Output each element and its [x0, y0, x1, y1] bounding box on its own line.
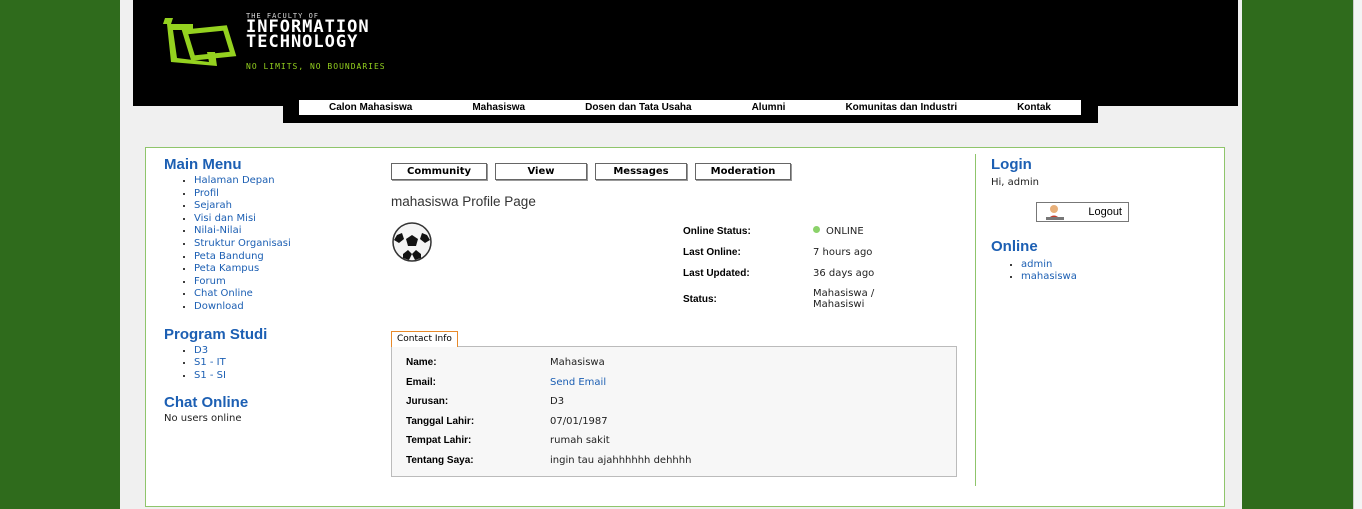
- site-header: THE FACULTY OF INFORMATION TECHNOLOGY NO…: [133, 0, 1238, 106]
- left-sidebar: Main Menu Halaman Depan Profil Sejarah V…: [164, 156, 364, 424]
- messages-button[interactable]: Messages: [595, 163, 687, 180]
- last-online-value: 7 hours ago: [813, 247, 873, 258]
- contact-tempat-lahir-value: rumah sakit: [550, 435, 610, 447]
- moderation-button[interactable]: Moderation: [695, 163, 791, 180]
- contact-info-box: Name: Mahasiswa Email: Send Email Jurusa…: [391, 346, 957, 477]
- program-item-s1-it[interactable]: S1 - IT: [194, 357, 364, 370]
- page-title: mahasiswa Profile Page: [391, 194, 536, 209]
- main-menu-title: Main Menu: [164, 156, 242, 173]
- column-divider: [975, 154, 976, 486]
- page-frame: THE FACULTY OF INFORMATION TECHNOLOGY NO…: [120, 0, 1242, 509]
- content-area: Main Menu Halaman Depan Profil Sejarah V…: [145, 147, 1225, 507]
- main-nav: Calon Mahasiswa Mahasiswa Dosen dan Tata…: [283, 98, 1098, 123]
- contact-name-label: Name:: [406, 357, 437, 369]
- faculty-logo-icon: [163, 18, 237, 66]
- logout-button[interactable]: Logout: [1036, 202, 1129, 222]
- status-value: Mahasiswa / Mahasiswi: [813, 288, 875, 310]
- nav-kontak[interactable]: Kontak: [1017, 102, 1051, 113]
- online-status-value: ONLINE: [813, 221, 918, 242]
- profile-toolbar: Community View Messages Moderation: [391, 163, 961, 180]
- menu-item-profil[interactable]: Profil: [194, 188, 364, 201]
- menu-item-struktur-organisasi[interactable]: Struktur Organisasi: [194, 238, 364, 251]
- profile-stats: Online Status: ONLINE Last Online: 7 hou…: [683, 221, 918, 314]
- logout-label: Logout: [1088, 206, 1122, 218]
- last-online-label: Last Online:: [683, 247, 741, 258]
- contact-tentang-saya-label: Tentang Saya:: [406, 454, 474, 466]
- avatar[interactable]: [391, 221, 433, 263]
- contact-tentang-saya-value: ingin tau ajahhhhhh dehhhh: [550, 454, 692, 466]
- window-scrollbar[interactable]: [1353, 0, 1362, 509]
- user-logout-icon: [1046, 205, 1064, 220]
- profile-panel: Community View Messages Moderation mahas…: [391, 163, 961, 477]
- menu-item-sejarah[interactable]: Sejarah: [194, 200, 364, 213]
- online-user-mahasiswa[interactable]: mahasiswa: [1021, 271, 1191, 283]
- online-title: Online: [991, 238, 1038, 255]
- menu-item-download[interactable]: Download: [194, 301, 364, 314]
- menu-item-peta-bandung[interactable]: Peta Bandung: [194, 251, 364, 264]
- nav-mahasiswa[interactable]: Mahasiswa: [472, 102, 525, 113]
- menu-item-forum[interactable]: Forum: [194, 276, 364, 289]
- contact-jurusan-value: D3: [550, 396, 565, 408]
- send-email-link[interactable]: Send Email: [550, 377, 606, 388]
- login-title: Login: [991, 156, 1032, 173]
- status-label: Status:: [683, 293, 717, 305]
- logo-title: INFORMATION TECHNOLOGY: [246, 17, 370, 52]
- logo-tagline: NO LIMITS, NO BOUNDARIES: [246, 62, 386, 71]
- right-sidebar: Login Hi, admin Logout Online admin maha…: [991, 156, 1191, 282]
- contact-tanggal-lahir-value: 07/01/1987: [550, 415, 608, 427]
- menu-item-halaman-depan[interactable]: Halaman Depan: [194, 175, 364, 188]
- contact-tanggal-lahir-label: Tanggal Lahir:: [406, 415, 475, 427]
- contact-tempat-lahir-label: Tempat Lahir:: [406, 435, 472, 447]
- program-item-d3[interactable]: D3: [194, 345, 364, 358]
- contact-name-value: Mahasiswa: [550, 357, 605, 369]
- chat-online-title: Chat Online: [164, 394, 249, 412]
- menu-item-visi-misi[interactable]: Visi dan Misi: [194, 213, 364, 226]
- view-button[interactable]: View: [495, 163, 587, 180]
- online-dot-icon: [813, 226, 820, 233]
- tab-contact-info[interactable]: Contact Info: [391, 331, 458, 347]
- community-button[interactable]: Community: [391, 163, 487, 180]
- online-users-list: admin mahasiswa: [991, 259, 1191, 282]
- program-item-s1-si[interactable]: S1 - SI: [194, 370, 364, 383]
- program-studi-list: D3 S1 - IT S1 - SI: [164, 345, 364, 383]
- nav-dosen-tata-usaha[interactable]: Dosen dan Tata Usaha: [585, 102, 692, 113]
- menu-item-chat-online[interactable]: Chat Online: [194, 288, 364, 301]
- last-updated-value: 36 days ago: [813, 268, 875, 279]
- chat-status-text: No users online: [164, 413, 242, 425]
- contact-jurusan-label: Jurusan:: [406, 396, 449, 408]
- online-user-admin[interactable]: admin: [1021, 259, 1191, 271]
- nav-strip: Calon Mahasiswa Mahasiswa Dosen dan Tata…: [299, 100, 1081, 115]
- nav-alumni[interactable]: Alumni: [752, 102, 786, 113]
- program-studi-title: Program Studi: [164, 325, 268, 343]
- nav-calon-mahasiswa[interactable]: Calon Mahasiswa: [329, 102, 412, 113]
- main-menu-list: Halaman Depan Profil Sejarah Visi dan Mi…: [164, 175, 364, 314]
- nav-komunitas-industri[interactable]: Komunitas dan Industri: [845, 102, 957, 113]
- greeting-text: Hi, admin: [991, 177, 1039, 188]
- contact-email-label: Email:: [406, 376, 437, 388]
- menu-item-peta-kampus[interactable]: Peta Kampus: [194, 263, 364, 276]
- last-updated-label: Last Updated:: [683, 268, 750, 279]
- menu-item-nilai-nilai[interactable]: Nilai-Nilai: [194, 225, 364, 238]
- online-status-label: Online Status:: [683, 226, 751, 237]
